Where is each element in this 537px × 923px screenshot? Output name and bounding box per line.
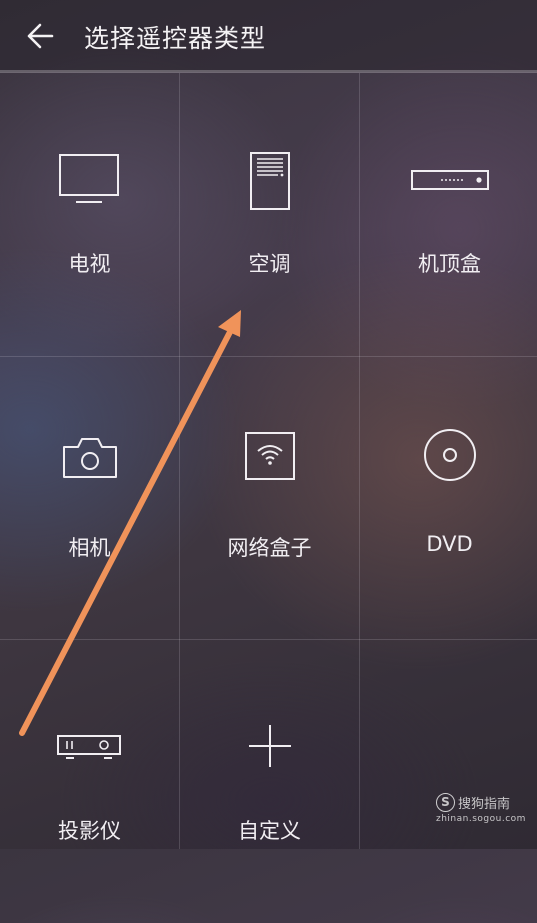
sogou-logo: S bbox=[436, 793, 455, 812]
device-tile-network-box[interactable]: 网络盒子 bbox=[180, 357, 359, 640]
device-label: 电视 bbox=[68, 252, 111, 276]
tv-icon bbox=[0, 143, 179, 213]
back-button[interactable] bbox=[18, 14, 62, 58]
device-tile-dvd[interactable]: DVD bbox=[360, 357, 537, 640]
device-label: DVD bbox=[426, 532, 473, 556]
network-box-icon bbox=[180, 427, 359, 497]
device-tile-tv[interactable]: 电视 bbox=[0, 73, 179, 356]
watermark-name: 搜狗指南 bbox=[458, 797, 511, 812]
device-label: 空调 bbox=[248, 252, 291, 276]
air-conditioner-icon bbox=[180, 143, 359, 213]
device-label: 机顶盒 bbox=[418, 252, 481, 276]
device-type-grid: 电视 空调 机顶盒 相机 网络盒子 DVD 投影仪 自定义 bbox=[0, 73, 537, 849]
device-label: 自定义 bbox=[238, 819, 301, 843]
device-tile-set-top-box[interactable]: 机顶盒 bbox=[360, 73, 537, 356]
device-tile-camera[interactable]: 相机 bbox=[0, 357, 179, 640]
device-tile-projector[interactable]: 投影仪 bbox=[0, 640, 179, 923]
plus-icon bbox=[180, 710, 359, 780]
device-label: 相机 bbox=[68, 536, 111, 560]
camera-icon bbox=[0, 427, 179, 497]
back-arrow-icon bbox=[27, 23, 54, 49]
device-tile-custom[interactable]: 自定义 bbox=[180, 640, 359, 923]
page-title: 选择遥控器类型 bbox=[84, 24, 267, 53]
set-top-box-icon bbox=[360, 143, 537, 213]
dvd-icon bbox=[360, 427, 537, 497]
projector-icon bbox=[0, 710, 179, 780]
device-label: 投影仪 bbox=[58, 819, 121, 843]
sogou-watermark: S 搜狗指南 zhinan.sogou.com bbox=[436, 793, 536, 829]
device-label: 网络盒子 bbox=[227, 536, 312, 560]
watermark-domain: zhinan.sogou.com bbox=[436, 814, 526, 824]
app-header: 选择遥控器类型 bbox=[0, 0, 537, 72]
device-tile-air-conditioner[interactable]: 空调 bbox=[180, 73, 359, 356]
